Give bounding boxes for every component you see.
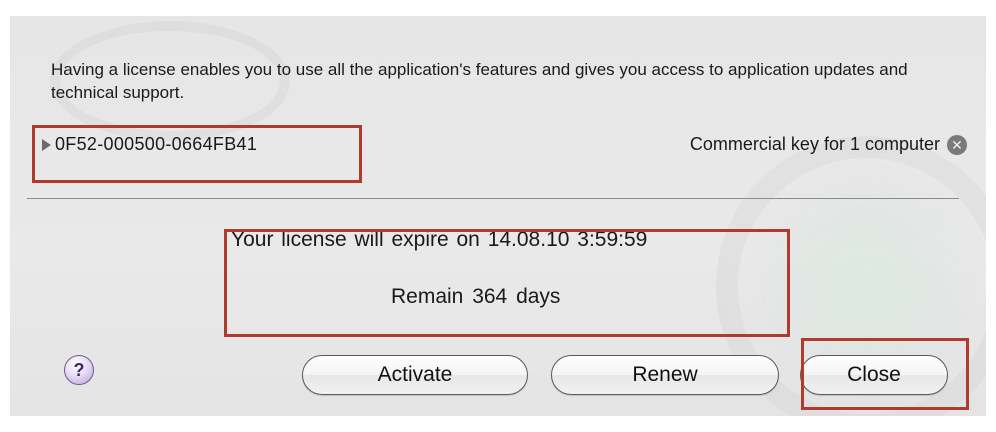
highlight-expiration xyxy=(224,229,790,337)
key-type-label: Commercial key for 1 computer xyxy=(689,134,940,154)
help-button[interactable]: ? xyxy=(64,355,94,385)
highlight-license-key xyxy=(32,125,362,183)
activate-button[interactable]: Activate xyxy=(302,355,528,395)
intro-text: Having a license enables you to use all … xyxy=(51,60,908,102)
remove-key-icon[interactable]: ✕ xyxy=(947,135,967,155)
highlight-close-button xyxy=(801,338,969,410)
renew-button[interactable]: Renew xyxy=(551,355,779,395)
divider xyxy=(27,198,959,199)
